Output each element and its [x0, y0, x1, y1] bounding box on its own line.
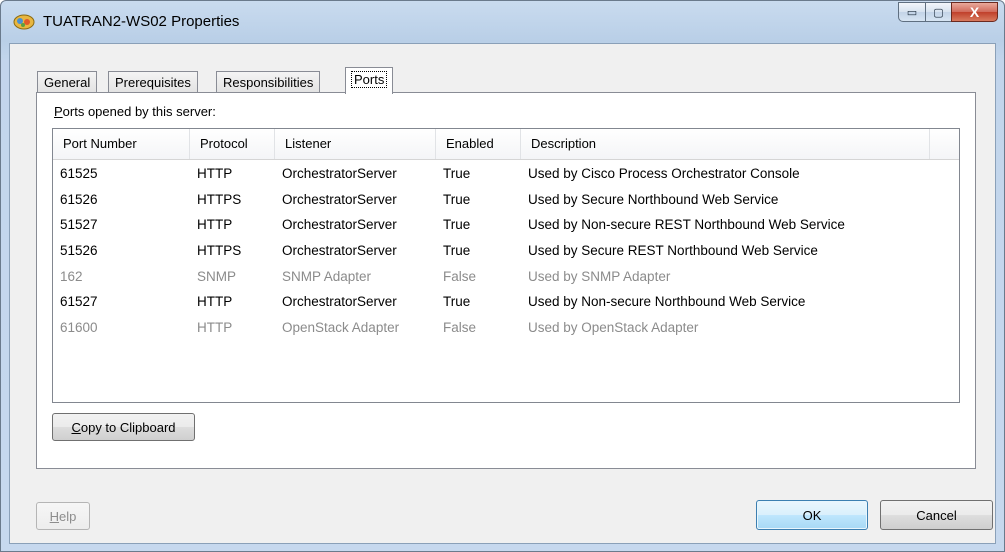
protocol-cell: HTTPS	[197, 243, 242, 259]
ok-button[interactable]: OK	[756, 500, 868, 530]
title-bar[interactable]: TUATRAN2-WS02 Properties ▭ ▢ X	[1, 1, 1004, 43]
listener-cell: OrchestratorServer	[282, 294, 397, 310]
button-mnemonic: H	[49, 509, 60, 524]
port-cell: 61600	[60, 320, 98, 336]
column-header-port-number[interactable]: Port Number	[53, 129, 190, 159]
listener-cell: SNMP Adapter	[282, 268, 372, 284]
cancel-button[interactable]: Cancel	[880, 500, 993, 530]
port-cell: 51527	[60, 217, 98, 233]
tab-label: Ports	[350, 71, 388, 88]
tab-general[interactable]: General	[37, 71, 98, 93]
help-button[interactable]: Help	[36, 502, 90, 530]
column-header-protocol[interactable]: Protocol	[190, 129, 275, 159]
port-cell: 61525	[60, 166, 98, 181]
listener-cell: OrchestratorServer	[282, 166, 397, 181]
button-label: elp	[59, 509, 77, 524]
dialog-client-area: General Prerequisites Responsibilities P…	[9, 43, 996, 544]
close-button[interactable]: X	[951, 2, 998, 22]
button-mnemonic: C	[71, 420, 81, 435]
listener-cell: OpenStack Adapter	[282, 320, 400, 336]
description-cell: Used by SNMP Adapter	[528, 268, 671, 284]
enabled-cell: True	[443, 294, 471, 310]
table-row[interactable]: 61526 HTTPS OrchestratorServer True Used…	[53, 188, 959, 214]
label-mnemonic: P	[54, 104, 63, 119]
close-icon: X	[969, 4, 980, 20]
description-cell: Used by OpenStack Adapter	[528, 320, 699, 336]
table-row[interactable]: 61525 HTTP OrchestratorServer True Used …	[53, 162, 959, 188]
minimize-icon: ▭	[906, 6, 918, 19]
listener-cell: OrchestratorServer	[282, 243, 397, 259]
table-row[interactable]: 61527 HTTP OrchestratorServer True Used …	[53, 290, 959, 316]
listener-cell: OrchestratorServer	[282, 217, 397, 233]
description-cell: Used by Cisco Process Orchestrator Conso…	[528, 166, 800, 181]
enabled-cell: True	[443, 243, 471, 259]
port-cell: 51526	[60, 243, 98, 259]
enabled-cell: False	[443, 320, 477, 336]
tab-responsibilities[interactable]: Responsibilities	[216, 71, 321, 93]
listener-cell: OrchestratorServer	[282, 191, 397, 207]
protocol-cell: HTTP	[197, 166, 233, 181]
description-cell: Used by Secure Northbound Web Service	[528, 191, 779, 207]
port-cell: 162	[60, 268, 83, 284]
table-row[interactable]: 51526 HTTPS OrchestratorServer True Used…	[53, 239, 959, 265]
table-row[interactable]: 162 SNMP SNMP Adapter False Used by SNMP…	[53, 265, 959, 291]
button-label: opy to Clipboard	[80, 420, 176, 435]
protocol-cell: SNMP	[197, 268, 237, 284]
window-title: TUATRAN2-WS02 Properties	[43, 13, 240, 30]
ports-tab-panel: Ports opened by this server: Port Number…	[36, 92, 976, 469]
column-header-enabled[interactable]: Enabled	[436, 129, 521, 159]
enabled-cell: False	[443, 268, 477, 284]
port-cell: 61526	[60, 191, 98, 207]
properties-window: TUATRAN2-WS02 Properties ▭ ▢ X General P…	[0, 0, 1005, 552]
protocol-cell: HTTP	[197, 294, 233, 310]
enabled-cell: True	[443, 191, 471, 207]
port-cell: 61527	[60, 294, 98, 310]
column-header-listener[interactable]: Listener	[275, 129, 436, 159]
tab-label: Prerequisites	[115, 75, 191, 90]
window-controls: ▭ ▢ X	[898, 2, 998, 23]
description-cell: Used by Non-secure Northbound Web Servic…	[528, 294, 806, 310]
tab-ports[interactable]: Ports	[345, 67, 394, 94]
tab-prerequisites[interactable]: Prerequisites	[108, 71, 198, 93]
enabled-cell: True	[443, 217, 471, 233]
protocol-cell: HTTPS	[197, 191, 242, 207]
ports-list[interactable]: Port Number Protocol Listener Enabled De…	[52, 128, 960, 403]
description-cell: Used by Secure REST Northbound Web Servi…	[528, 243, 818, 259]
maximize-icon: ▢	[933, 6, 944, 19]
label-text: orts opened by this server:	[62, 104, 216, 119]
maximize-button[interactable]: ▢	[925, 2, 952, 22]
minimize-button[interactable]: ▭	[898, 2, 926, 22]
table-row[interactable]: 51527 HTTP OrchestratorServer True Used …	[53, 213, 959, 239]
server-app-icon	[13, 14, 35, 30]
ports-list-label: Ports opened by this server:	[54, 104, 216, 119]
protocol-cell: HTTP	[197, 217, 233, 233]
tab-label: General	[44, 75, 91, 90]
column-header-description[interactable]: Description	[521, 129, 930, 159]
column-header-filler	[930, 129, 959, 159]
protocol-cell: HTTP	[197, 320, 233, 336]
list-body: 61525 HTTP OrchestratorServer True Used …	[53, 162, 959, 342]
copy-to-clipboard-button[interactable]: Copy to Clipboard	[52, 413, 195, 441]
description-cell: Used by Non-secure REST Northbound Web S…	[528, 217, 845, 233]
enabled-cell: True	[443, 166, 471, 181]
table-row[interactable]: 61600 HTTP OpenStack Adapter False Used …	[53, 316, 959, 342]
list-header: Port Number Protocol Listener Enabled De…	[53, 129, 959, 160]
tab-label: Responsibilities	[223, 75, 314, 90]
